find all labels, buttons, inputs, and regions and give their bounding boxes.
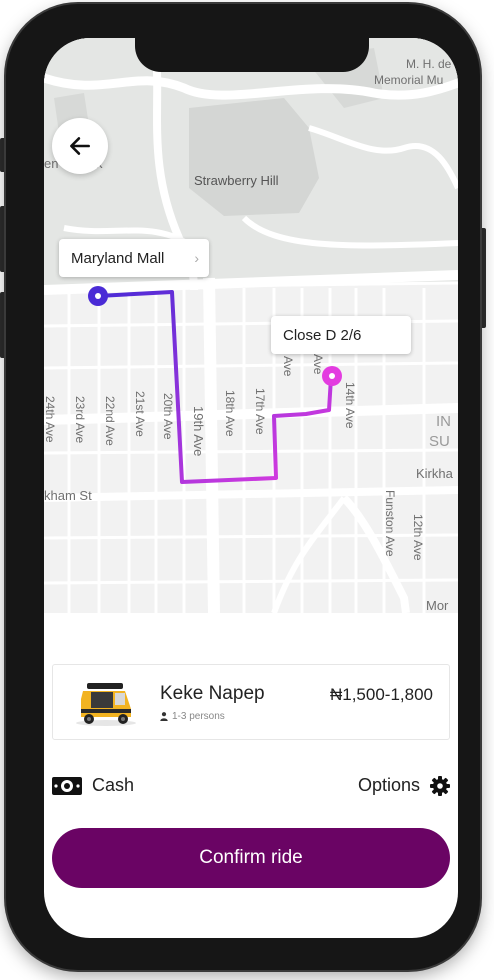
options-label: Options [357, 775, 420, 795]
map-label-23rd: 23rd Ave [73, 396, 87, 443]
map-label-18th: 18th Ave [223, 390, 237, 437]
ride-price: ₦1,500-1,800 [329, 685, 433, 704]
chevron-right-icon: › [194, 250, 199, 266]
map-label-kirkham-right: Kirkha [416, 466, 454, 481]
person-icon [160, 712, 168, 721]
map-label-12th: 12th Ave [411, 514, 425, 561]
map-label-20th: 20th Ave [161, 393, 175, 440]
map-label-21st: 21st Ave [133, 391, 147, 437]
dropoff-label-bubble[interactable]: Close D 2/6 [271, 316, 411, 354]
power-button [480, 228, 486, 328]
map-label-funston: Funston Ave [383, 490, 397, 557]
map-label-memorial-1: M. H. de Yo [406, 57, 458, 71]
keke-tricycle-image [76, 683, 136, 726]
payment-method-label: Cash [92, 775, 135, 795]
gear-icon [430, 776, 450, 796]
pickup-location-name: Maryland Mall [71, 249, 165, 267]
dropoff-location-name: Close D 2/6 [283, 326, 362, 344]
pickup-marker[interactable] [88, 286, 108, 306]
ride-name: Keke Napep [160, 683, 265, 704]
map-label-17th: 17th Ave [253, 388, 267, 435]
map-label-22nd: 22nd Ave [103, 396, 117, 446]
map-label-kirkham-left: kham St [44, 488, 92, 503]
map-label-14th: 14th Ave [343, 382, 357, 429]
map-label-sunset: SU [429, 433, 450, 450]
ride-option-card[interactable]: Keke Napep 1-3 persons ₦1,500-1,800 [52, 664, 450, 740]
ride-capacity-text: 1-3 persons [172, 711, 225, 722]
cash-icon [52, 777, 82, 795]
map-label-inner: IN [436, 413, 451, 430]
route-map[interactable]: M. H. de Yo Memorial Mu en G Park Strawb… [44, 38, 458, 613]
dropoff-marker[interactable] [322, 366, 342, 386]
arrow-left-icon [70, 137, 90, 155]
pickup-label-bubble[interactable]: Maryland Mall › [59, 239, 209, 277]
phone-notch [135, 38, 369, 72]
map-label-15th: Ave [311, 354, 325, 375]
payment-method[interactable]: Cash [52, 772, 172, 800]
phone-frame: M. H. de Yo Memorial Mu en G Park Strawb… [6, 4, 480, 970]
confirm-ride-button[interactable]: Confirm ride [52, 828, 450, 888]
map-label-strawberry-hill: Strawberry Hill [194, 173, 279, 188]
app-screen: M. H. de Yo Memorial Mu en G Park Strawb… [44, 38, 458, 938]
map-label-19th: 19th Ave [191, 406, 206, 456]
payment-row: Cash Options [52, 772, 450, 800]
ride-capacity: 1-3 persons [160, 711, 225, 722]
back-button[interactable] [52, 118, 108, 174]
map-label-mor: Mor [426, 598, 449, 613]
map-label-16th: Ave [281, 356, 295, 377]
options-button[interactable]: Options [340, 772, 450, 800]
map-label-memorial-2: Memorial Mu [374, 73, 443, 87]
map-label-24th: 24th Ave [44, 396, 57, 443]
